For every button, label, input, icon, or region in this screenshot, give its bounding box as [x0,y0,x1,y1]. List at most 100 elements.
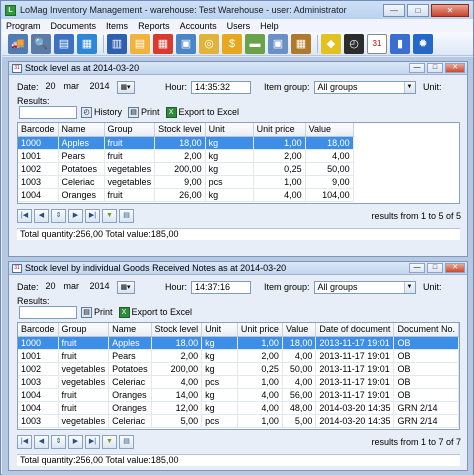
package-icon[interactable]: ▦ [291,33,311,54]
date-year[interactable]: 2014 [87,81,117,94]
export-excel-button[interactable]: X Export to Excel [165,106,239,118]
date-year[interactable]: 2014 [87,281,117,294]
next-page-button[interactable]: ▶ [68,435,83,449]
table-cell: Oranges [108,401,152,415]
table-row[interactable]: 1003 vegetables Celeriac 4,00 pcs 1,00 4,00 201… [18,375,459,389]
table-row[interactable]: 1001 fruit Pears 2,00 kg 2,00 4,00 2013-11-17 1… [18,349,459,363]
hour-input[interactable]: 14:37:16 [191,280,252,294]
date-day[interactable]: 20 [43,81,61,94]
column-header[interactable]: Barcode [18,323,59,337]
date-day[interactable]: 20 [43,281,61,294]
table-row[interactable]: 1004 Oranges fruit 26,00 kg 4,00 104,00 [18,188,354,202]
truck-icon[interactable]: 🚚 [8,33,28,54]
cash-icon[interactable]: ▬ [245,33,265,54]
filter-icon[interactable]: ▼ [102,435,117,449]
child-maximize-button[interactable]: □ [427,63,443,73]
calendar-icon[interactable]: 31 [367,33,387,54]
table-row[interactable]: 1004 fruit Oranges 12,00 kg 4,00 48,00 2014-03-… [18,401,459,415]
column-header[interactable]: Unit [205,123,254,137]
column-header[interactable]: Value [305,123,354,137]
box-out-icon[interactable]: ▣ [268,33,288,54]
results-filter-input[interactable] [19,305,77,319]
minimize-button[interactable]: — [383,3,405,17]
sort-button[interactable]: ⇕ [51,209,66,223]
table-cell: 18,00 [154,136,206,150]
column-header[interactable]: Group [104,123,156,137]
child-maximize-button[interactable]: □ [427,263,443,273]
history-button[interactable]: ◴ History [81,106,122,118]
last-page-button[interactable]: ▶| [85,435,100,449]
previous-page-button[interactable]: ◀ [34,209,49,223]
gear-icon[interactable]: ✹ [413,33,433,54]
column-header[interactable]: Stock level [154,123,206,137]
dollar-icon[interactable]: $ [222,33,242,54]
column-header[interactable]: Stock level [151,323,203,337]
column-header[interactable]: Unit price [237,323,283,337]
hour-input[interactable]: 14:35:32 [191,80,252,94]
column-header[interactable]: Date of document [315,323,395,337]
history-icon[interactable]: ◴ [344,33,364,54]
next-page-button[interactable]: ▶ [68,209,83,223]
menu-reports[interactable]: Reports [138,21,170,31]
table-row[interactable]: 1001 Pears fruit 2,00 kg 2,00 4,00 [18,149,354,163]
menu-help[interactable]: Help [260,21,279,31]
column-header[interactable]: Value [282,323,317,337]
table-cell: 4,00 [237,401,283,415]
maximize-button[interactable]: □ [407,3,429,17]
table-cell: vegetables [58,362,110,376]
column-header[interactable]: Name [58,123,105,137]
sort-button[interactable]: ⇕ [51,435,66,449]
table-row[interactable]: 1000 Apples fruit 18,00 kg 1,00 18,00 [18,136,354,150]
last-page-button[interactable]: ▶| [85,209,100,223]
book-icon[interactable]: ▥ [107,33,127,54]
column-header[interactable]: Unit price [253,123,306,137]
table-row[interactable]: 1004 fruit Oranges 14,00 kg 4,00 56,00 2013-11-… [18,388,459,402]
child-minimize-button[interactable]: — [409,63,425,73]
table-row[interactable]: 1002 vegetables Potatoes 200,00 kg 0,25 50,00 2… [18,362,459,376]
blue-doc-icon[interactable]: ▦ [77,33,97,54]
orange-doc-icon[interactable]: ▤ [130,33,150,54]
table-row[interactable]: 1003 vegetables Celeriac 5,00 pcs 1,00 5,00 201… [18,414,459,428]
print-button[interactable]: ▤ Print [128,106,160,118]
columns-icon[interactable]: ▤ [119,209,134,223]
coins-icon[interactable]: ◎ [199,33,219,54]
menu-users[interactable]: Users [227,21,251,31]
grid-navigation: |◀ ◀ ⇕ ▶ ▶| ▼ ▤ [17,434,136,450]
tag-icon[interactable]: ◆ [321,33,341,54]
date-picker-button[interactable]: ▦▾ [116,280,135,294]
child-minimize-button[interactable]: — [409,263,425,273]
date-picker-button[interactable]: ▦▾ [116,80,135,94]
column-header[interactable]: Group [58,323,110,337]
child-close-button[interactable]: ✕ [445,263,465,273]
child-close-button[interactable]: ✕ [445,63,465,73]
column-header[interactable]: Barcode [18,123,59,137]
filter-icon[interactable]: ▼ [102,209,117,223]
table-row[interactable]: 1003 Celeriac vegetables 9,00 pcs 1,00 9,00 [18,175,354,189]
export-excel-button[interactable]: X Export to Excel [118,306,192,318]
columns-icon[interactable]: ▤ [119,435,134,449]
column-header[interactable]: Document No. [393,323,459,337]
close-button[interactable]: ✕ [431,3,469,17]
column-header[interactable]: Unit [201,323,238,337]
red-doc-icon[interactable]: ▦ [153,33,173,54]
menu-items[interactable]: Items [106,21,128,31]
first-page-button[interactable]: |◀ [17,435,32,449]
table-row[interactable]: 1002 Potatoes vegetables 200,00 kg 0,25 50,00 [18,162,354,176]
column-header[interactable]: Name [108,323,152,337]
box-icon[interactable]: ▣ [176,33,196,54]
chart-icon[interactable]: ▮ [390,33,410,54]
menu-program[interactable]: Program [6,21,41,31]
menu-documents[interactable]: Documents [51,21,97,31]
stack-icon[interactable]: ▤ [54,33,74,54]
date-month[interactable]: mar [61,281,87,294]
item-group-select[interactable]: All groups ▼ [313,80,416,94]
item-group-select[interactable]: All groups ▼ [313,280,416,294]
results-filter-input[interactable] [19,105,77,119]
previous-page-button[interactable]: ◀ [34,435,49,449]
table-row[interactable]: 1000 fruit Apples 18,00 kg 1,00 18,00 2013-11-1… [18,336,459,350]
menu-accounts[interactable]: Accounts [180,21,217,31]
first-page-button[interactable]: |◀ [17,209,32,223]
search-doc-icon[interactable]: 🔍 [31,33,51,54]
print-button[interactable]: ▤ Print [81,306,113,318]
date-month[interactable]: mar [61,81,87,94]
